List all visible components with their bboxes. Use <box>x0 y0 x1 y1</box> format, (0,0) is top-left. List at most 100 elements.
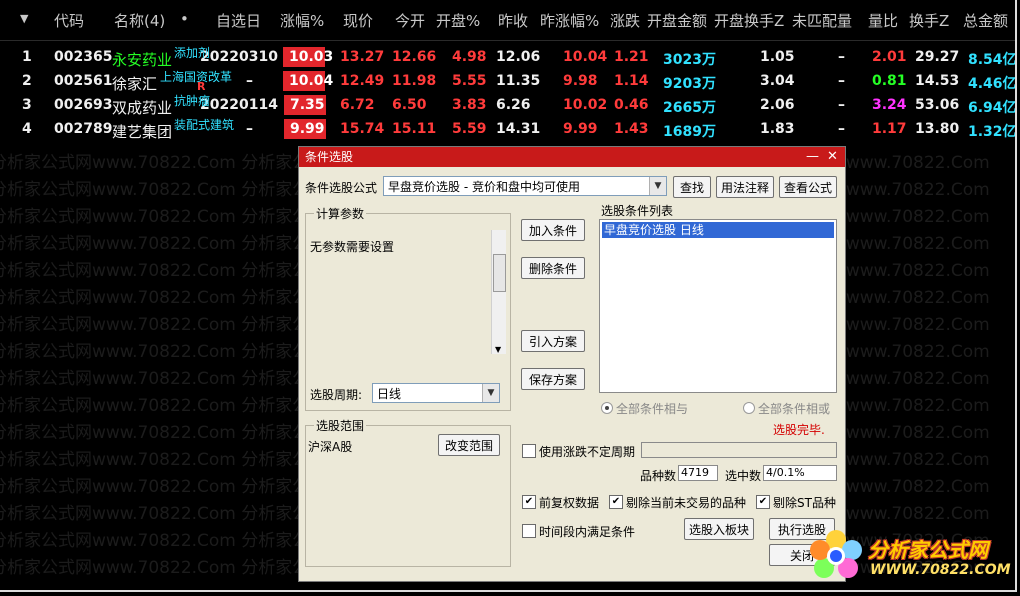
time-range-checkbox[interactable] <box>522 524 536 538</box>
flower-logo-icon <box>810 530 862 578</box>
open-pct: 3.83 <box>452 97 487 113</box>
all-and-radio[interactable] <box>601 402 613 414</box>
formula-select[interactable]: 早盘竞价选股 - 竞价和盘中均可使用 ▼ <box>383 176 667 196</box>
unmatched-volume: – <box>838 49 845 65</box>
col-open-amount[interactable]: 开盘金额 <box>647 10 707 31</box>
pct-change: 10.03 <box>283 47 333 67</box>
turnover: 14.53 <box>915 73 960 89</box>
pre-adjust-label[interactable]: 前复权数据 <box>539 494 599 511</box>
total-amount: 4.46亿 <box>968 76 1017 92</box>
condition-screening-dialog: 条件选股 — ✕ 条件选股公式 早盘竞价选股 - 竞价和盘中均可使用 ▼ 查找 … <box>298 146 846 582</box>
prev-pct: 10.02 <box>563 97 608 113</box>
open-price: 11.98 <box>392 73 437 89</box>
find-button[interactable]: 查找 <box>673 176 711 198</box>
no-params-text: 无参数需要设置 <box>310 240 395 254</box>
pct-change: 9.99 <box>284 119 326 139</box>
volume-ratio: 1.17 <box>872 121 907 137</box>
change: 1.14 <box>614 73 649 89</box>
add-condition-button[interactable]: 加入条件 <box>521 219 585 241</box>
col-open[interactable]: 今开 <box>395 10 425 31</box>
add-to-block-button[interactable]: 选股入板块 <box>684 518 754 540</box>
period-select[interactable]: 日线 ▼ <box>372 383 500 403</box>
prev-pct: 9.98 <box>563 73 598 89</box>
open-amount: 2665万 <box>663 100 716 116</box>
scroll-thumb[interactable] <box>493 254 506 292</box>
col-turnover[interactable]: 换手Z <box>909 10 949 31</box>
save-plan-button[interactable]: 保存方案 <box>521 368 585 390</box>
row-number: 4 <box>22 121 32 137</box>
exclude-st-label[interactable]: 剔除ST品种 <box>773 494 836 511</box>
all-or-label[interactable]: 全部条件相或 <box>758 400 830 417</box>
col-open-turnover[interactable]: 开盘换手Z <box>714 10 784 31</box>
site-logo: 分析家公式网 WWW.70822.COM <box>806 528 1011 584</box>
exclude-untraded-checkbox[interactable]: ✔ <box>609 495 623 509</box>
price: 12.49 <box>340 73 385 89</box>
uncertain-period-checkbox[interactable] <box>522 444 536 458</box>
open-amount: 9203万 <box>663 76 716 92</box>
col-name[interactable]: 名称(4) <box>114 10 165 31</box>
close-icon[interactable]: ✕ <box>827 147 838 167</box>
range-value: 沪深A股 <box>308 440 353 454</box>
condition-list-item[interactable]: 早盘竞价选股 日线 <box>602 222 834 238</box>
total-amount: 1.32亿 <box>968 124 1017 140</box>
col-price[interactable]: 现价 <box>343 10 373 31</box>
scroll-down-icon[interactable]: ▼ <box>495 345 501 354</box>
price: 6.72 <box>340 97 375 113</box>
pct-change: 7.35 <box>284 95 326 115</box>
table-row[interactable]: 2 002561 – 12.49 11.98 5.55 11.35 9.98 1.14 9203万… <box>0 70 1015 94</box>
col-dot[interactable]: • <box>180 10 189 28</box>
concept-tag: 添加剂 <box>174 46 211 60</box>
total-amount: 6.94亿 <box>968 100 1017 116</box>
col-total-amount[interactable]: 总金额 <box>963 10 1008 31</box>
formula-value: 早盘竞价选股 - 竞价和盘中均可使用 <box>388 180 580 194</box>
dialog-titlebar[interactable]: 条件选股 — ✕ <box>299 147 845 167</box>
prev-close: 11.35 <box>496 73 541 89</box>
minimize-icon[interactable]: — <box>806 147 819 167</box>
condition-list-label: 选股条件列表 <box>601 204 674 218</box>
col-change[interactable]: 涨跌 <box>610 10 640 31</box>
exclude-untraded-label[interactable]: 剔除当前未交易的品种 <box>626 494 746 511</box>
params-scrollbar[interactable]: ▼ <box>491 230 506 354</box>
logo-text: 分析家公式网 <box>868 538 988 562</box>
selected-label: 选中数 <box>725 469 762 483</box>
col-watch-date[interactable]: 自选日 <box>216 10 261 31</box>
table-row[interactable]: 4 002789 – 15.74 15.11 5.59 14.31 9.99 1.43 1689万… <box>0 118 1015 142</box>
stock-name: 建艺集团 <box>112 123 173 141</box>
open-turnover: 1.05 <box>760 49 795 65</box>
open-pct: 5.55 <box>452 73 487 89</box>
delete-condition-button[interactable]: 删除条件 <box>521 257 585 279</box>
uncertain-period-label[interactable]: 使用涨跌不定周期 <box>539 443 635 460</box>
prev-pct: 9.99 <box>563 121 598 137</box>
pre-adjust-checkbox[interactable]: ✔ <box>522 495 536 509</box>
table-row[interactable]: 1 002365 20220310 13.27 12.66 4.98 12.06 10.04 1… <box>0 46 1015 70</box>
col-unmatched[interactable]: 未匹配量 <box>792 10 852 31</box>
all-or-radio[interactable] <box>743 402 755 414</box>
time-range-label[interactable]: 时间段内满足条件 <box>539 523 635 540</box>
pct-change: 10.04 <box>283 71 333 91</box>
chevron-down-icon[interactable]: ▼ <box>649 177 666 195</box>
col-prev-close[interactable]: 昨收 <box>498 10 528 31</box>
usage-notes-button[interactable]: 用法注释 <box>716 176 774 198</box>
view-formula-button[interactable]: 查看公式 <box>779 176 837 198</box>
change: 1.43 <box>614 121 649 137</box>
period-value: 日线 <box>377 387 402 401</box>
change-range-button[interactable]: 改变范围 <box>438 434 500 456</box>
chevron-down-icon[interactable]: ▼ <box>482 384 499 402</box>
change: 1.21 <box>614 49 649 65</box>
unmatched-volume: – <box>838 121 845 137</box>
col-pct[interactable]: 涨幅% <box>280 10 324 31</box>
all-and-label[interactable]: 全部条件相与 <box>616 400 688 417</box>
open-amount: 1689万 <box>663 124 716 140</box>
col-open-pct[interactable]: 开盘% <box>436 10 480 31</box>
column-menu-icon[interactable]: ▼ <box>20 12 28 25</box>
col-vol-ratio[interactable]: 量比 <box>868 10 898 31</box>
table-row[interactable]: 3 002693 20220114 6.72 6.50 3.83 6.26 10.02 0.46… <box>0 94 1015 118</box>
col-code[interactable]: 代码 <box>54 10 84 31</box>
unmatched-volume: – <box>838 73 845 89</box>
stock-code: 002365 <box>54 49 113 65</box>
concept-tag: 上海国资改革 <box>160 70 233 84</box>
import-plan-button[interactable]: 引入方案 <box>521 330 585 352</box>
exclude-st-checkbox[interactable]: ✔ <box>756 495 770 509</box>
condition-list[interactable]: 早盘竞价选股 日线 <box>599 219 837 393</box>
col-prev-pct[interactable]: 昨涨幅% <box>540 10 599 31</box>
